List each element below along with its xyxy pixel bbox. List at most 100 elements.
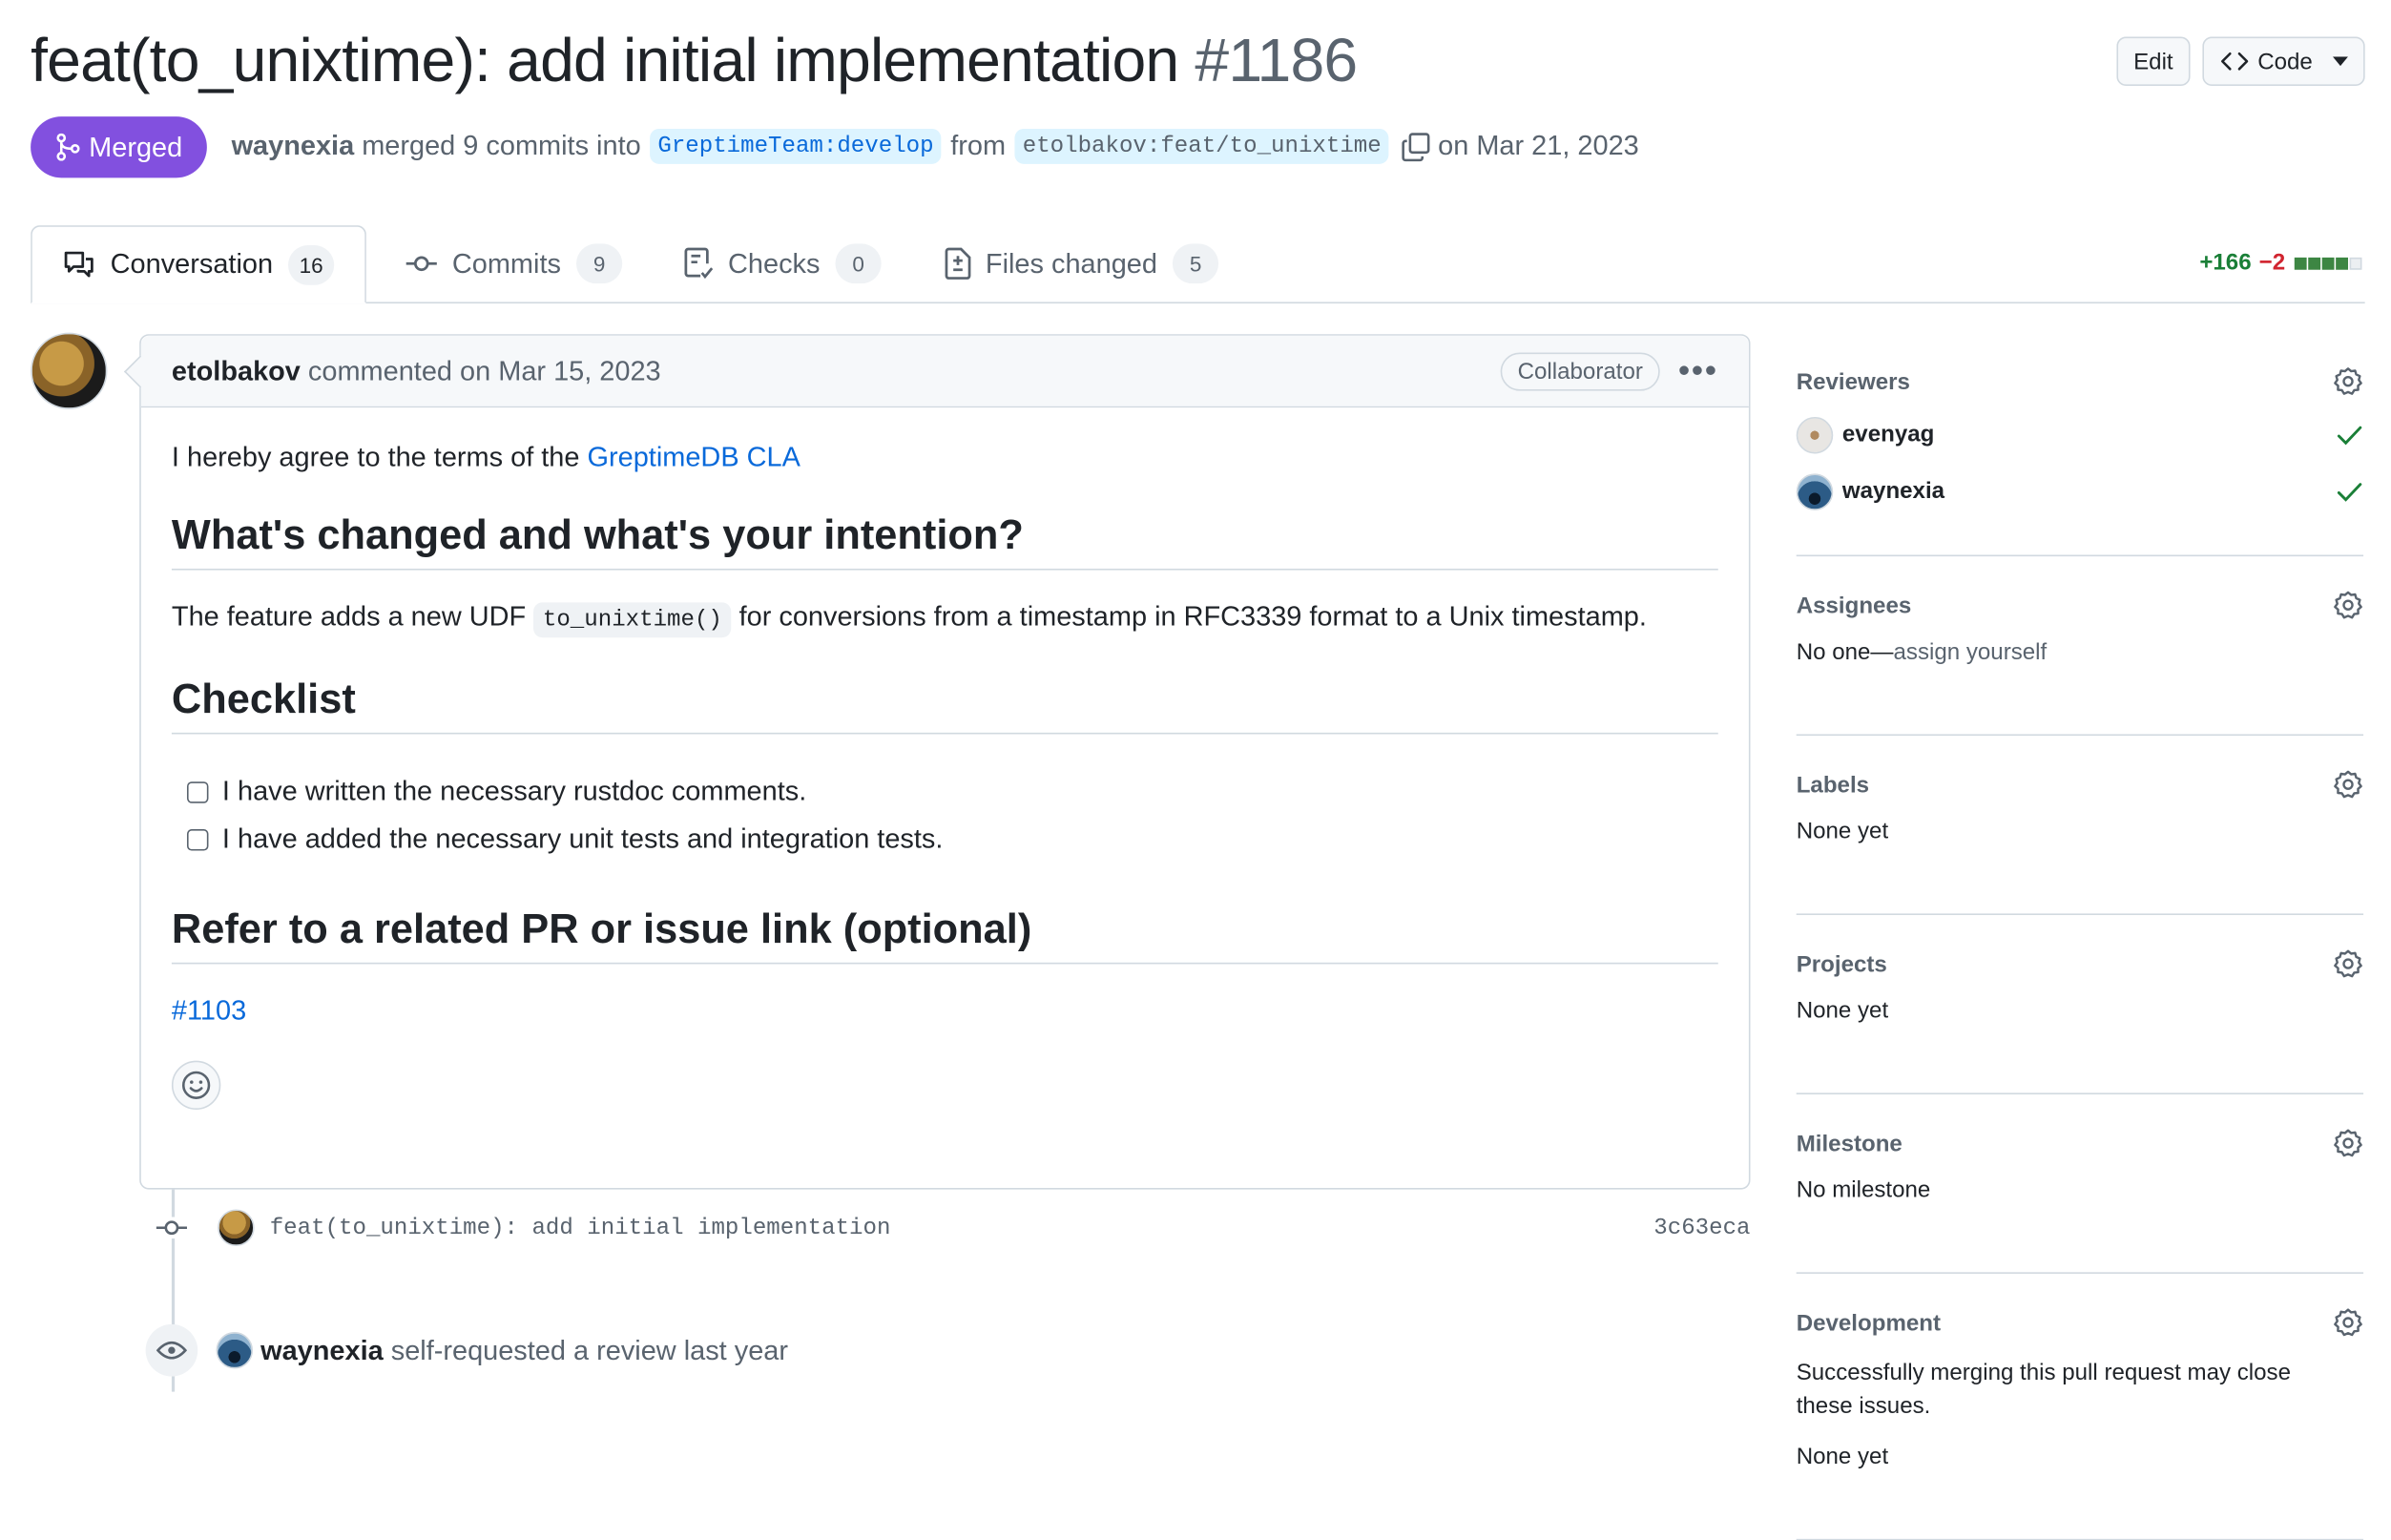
tab-checks[interactable]: Checks 0 (683, 225, 882, 302)
git-commit-icon (405, 256, 437, 272)
sidebar-projects: Projects None yet (1796, 946, 2364, 1094)
reviewer-item: waynexia (1796, 463, 2363, 519)
pr-title: feat(to_unixtime): add initial implement… (31, 27, 1358, 96)
sidebar-reviewers-header[interactable]: Reviewers (1797, 364, 2363, 401)
sidebar-milestone-title: Milestone (1796, 1130, 1902, 1157)
kebab-menu-icon[interactable]: ••• (1678, 353, 1718, 386)
commit-message[interactable]: feat(to_unixtime): add initial implement… (270, 1215, 891, 1240)
heading-checklist: Checklist (171, 676, 1718, 735)
checkbox[interactable] (186, 780, 209, 802)
gear-icon[interactable] (2333, 948, 2363, 979)
copy-icon[interactable] (1402, 131, 1432, 161)
reviewer-name[interactable]: evenyag (1842, 422, 1934, 447)
add-reaction-button[interactable] (171, 1060, 221, 1111)
sidebar-projects-value: None yet (1796, 997, 1889, 1025)
gear-icon[interactable] (2333, 366, 2363, 397)
event-text: self-requested a review last year (390, 1334, 788, 1365)
eye-icon-badge (145, 1323, 198, 1377)
inline-code: to_unixtime() (533, 602, 732, 638)
comment-box: etolbakov commented on Mar 15, 2023 Coll… (123, 334, 1751, 1190)
diffstat-block-added (2321, 257, 2335, 269)
merged-state-label: Merged (89, 131, 183, 162)
sidebar-milestone-value: No milestone (1796, 1176, 1931, 1204)
triangle-down-icon (2332, 56, 2349, 67)
sidebar-labels-title: Labels (1796, 771, 1870, 799)
pr-tabs: Conversation 16 Commits 9 Checks 0 Files… (31, 225, 2365, 304)
checklist-item-label: I have written the necessary rustdoc com… (221, 775, 807, 806)
event-user-avatar[interactable] (216, 1331, 254, 1369)
git-merge-icon (56, 133, 80, 161)
sidebar-labels-value: None yet (1796, 818, 1889, 845)
sidebar-assignees: Assignees No one—assign yourself (1796, 587, 2364, 737)
sidebar-assignees-header[interactable]: Assignees (1797, 587, 2363, 624)
diffstat-deletions: −2 (2258, 249, 2286, 277)
tab-files-changed-label: Files changed (985, 247, 1157, 279)
event-user[interactable]: waynexia (260, 1334, 384, 1366)
sidebar-projects-header[interactable]: Projects (1797, 946, 2363, 983)
comment-author-avatar[interactable] (31, 332, 108, 409)
checklist: I have written the necessary rustdoc com… (172, 768, 1718, 864)
comment-author[interactable]: etolbakov (172, 355, 301, 387)
checklist-icon (684, 247, 714, 280)
edit-button-label: Edit (2133, 48, 2173, 74)
sidebar-development-value: None yet (1796, 1444, 1889, 1470)
reviewer-name[interactable]: waynexia (1842, 478, 1944, 504)
tab-checks-label: Checks (728, 247, 821, 279)
tab-files-changed[interactable]: Files changed 5 (945, 225, 1219, 302)
sidebar-reviewers: Reviewers evenyag waynexia (1796, 364, 2364, 557)
merged-by-user[interactable]: waynexia (232, 131, 355, 163)
pr-title-text: feat(to_unixtime): add initial implement… (31, 27, 1179, 95)
commit-author-avatar[interactable] (218, 1209, 255, 1247)
cla-link[interactable]: GreptimeDB CLA (588, 442, 800, 472)
check-icon (2337, 482, 2362, 501)
reviewer-avatar[interactable] (1796, 472, 1834, 510)
feature-text-post: for conversions from a timestamp in RFC3… (738, 600, 1647, 632)
sidebar-development-description: Successfully merging this pull request m… (1796, 1359, 2291, 1420)
assign-yourself-link[interactable]: assign yourself (1894, 639, 2048, 665)
commit-sha[interactable]: 3c63eca (1653, 1215, 1750, 1240)
base-branch[interactable]: GreptimeTeam:develop (650, 128, 942, 164)
tab-commits[interactable]: Commits 9 (405, 225, 623, 302)
issue-paragraph: #1103 (172, 995, 1718, 1028)
feature-paragraph: The feature adds a new UDF to_unixtime()… (172, 600, 1718, 638)
sidebar-milestone-header[interactable]: Milestone (1797, 1125, 2363, 1162)
heading-whats-changed: What's changed and what's your intention… (171, 512, 1718, 571)
tab-conversation-label: Conversation (110, 248, 274, 280)
diffstat-block-added (2308, 257, 2321, 269)
comment-body: I hereby agree to the terms of the Grept… (141, 442, 1749, 1111)
merge-summary: waynexia merged 9 commits into GreptimeT… (232, 128, 1639, 164)
tab-checks-count: 0 (835, 243, 882, 284)
from-text: from (950, 130, 1007, 161)
cla-paragraph: I hereby agree to the terms of the Grept… (172, 442, 1718, 474)
checklist-item-label: I have added the necessary unit tests an… (221, 822, 944, 854)
gear-icon[interactable] (2333, 769, 2363, 800)
reviewer-item: evenyag (1796, 406, 2363, 463)
checklist-item: I have added the necessary unit tests an… (172, 816, 1718, 864)
collaborator-badge: Collaborator (1500, 351, 1660, 390)
sidebar-development-header[interactable]: Development (1797, 1304, 2363, 1342)
sidebar-assignees-value: No one—assign yourself (1797, 639, 2363, 665)
tab-commits-count: 9 (576, 243, 623, 284)
checkbox[interactable] (186, 828, 209, 850)
merged-date: on Mar 21, 2023 (1438, 130, 1639, 161)
edit-button[interactable]: Edit (2116, 36, 2191, 86)
comment-timestamp[interactable]: commented on Mar 15, 2023 (308, 355, 661, 387)
comment-discussion-icon (64, 250, 94, 277)
sidebar-milestone: Milestone No milestone (1796, 1125, 2364, 1274)
diffstat-block-neutral (2349, 257, 2362, 269)
gear-icon[interactable] (2333, 590, 2363, 620)
gear-icon[interactable] (2333, 1128, 2363, 1158)
heading-related-link: Refer to a related PR or issue link (opt… (171, 905, 1718, 965)
reviewer-avatar[interactable] (1796, 416, 1834, 453)
git-commit-icon (153, 1217, 191, 1238)
issue-link[interactable]: #1103 (172, 995, 246, 1026)
gear-icon[interactable] (2333, 1307, 2363, 1338)
sidebar-labels-header[interactable]: Labels (1797, 766, 2363, 803)
file-diff-icon (945, 247, 971, 280)
tab-conversation[interactable]: Conversation 16 (31, 225, 367, 304)
head-branch[interactable]: etolbakov:feat/to_unixtime (1014, 128, 1389, 164)
tab-commits-label: Commits (451, 247, 561, 279)
check-icon (2337, 425, 2362, 445)
sidebar-development-title: Development (1796, 1309, 1942, 1336)
code-dropdown-button[interactable]: Code (2202, 36, 2365, 86)
